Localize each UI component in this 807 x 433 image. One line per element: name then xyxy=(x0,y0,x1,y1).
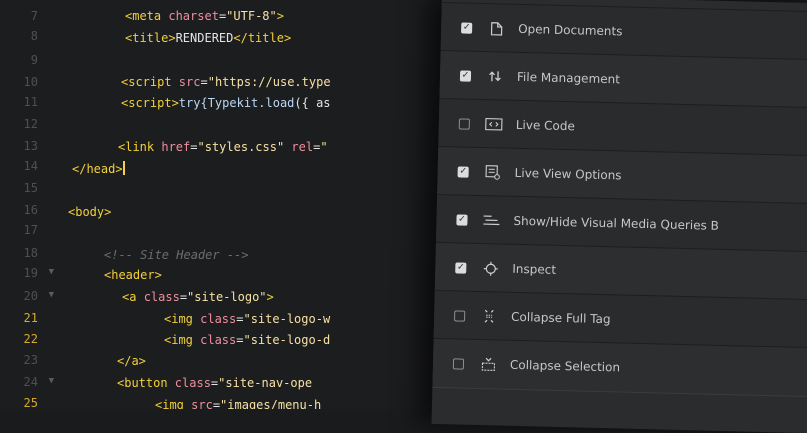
code-line[interactable]: <img class="site-logo-d xyxy=(164,333,330,347)
fold-arrow-icon[interactable]: ▼ xyxy=(49,376,54,386)
checkbox[interactable] xyxy=(458,117,470,130)
media-queries-icon xyxy=(481,214,501,226)
code-line[interactable]: <header> xyxy=(104,268,162,282)
view-options-icon xyxy=(482,164,502,180)
line-number-label: 7 xyxy=(30,9,38,23)
menu-item-label: Collapse Selection xyxy=(509,357,621,375)
line-number-label: 12 xyxy=(23,117,38,131)
line-number-label: 18 xyxy=(23,246,38,260)
crosshair-icon xyxy=(480,261,500,276)
checkbox[interactable] xyxy=(461,21,473,34)
code-line[interactable]: </head> xyxy=(72,161,125,176)
collapse-tag-icon xyxy=(479,309,499,323)
code-line[interactable]: <!-- Site Header --> xyxy=(104,248,249,262)
code-line[interactable]: <img src="images/menu-h xyxy=(155,398,321,409)
checkbox[interactable] xyxy=(456,213,468,226)
line-number-label: 15 xyxy=(23,181,38,195)
line-number-label: 20 xyxy=(23,289,38,303)
line-number-label: 11 xyxy=(23,95,38,109)
line-number-label: 8 xyxy=(30,29,38,43)
line-number-label: 24 xyxy=(23,375,38,389)
code-line[interactable]: <script src="https://use.type xyxy=(121,75,331,89)
code-box-icon xyxy=(484,117,504,131)
line-number-label: 22 xyxy=(23,332,38,346)
line-number-label: 21 xyxy=(23,311,38,325)
menu-item-label: Live View Options xyxy=(514,165,622,183)
fold-arrow-icon[interactable]: ▼ xyxy=(49,290,54,300)
toolbar-customize-menu: Open Documents File Management Live Code… xyxy=(431,0,807,433)
line-number-label: 17 xyxy=(23,223,38,237)
line-number-label: 25 xyxy=(23,396,38,409)
collapse-selection-icon xyxy=(478,357,498,371)
up-down-arrows-icon xyxy=(485,69,505,83)
code-line[interactable]: <a class="site-logo"> xyxy=(122,290,274,304)
line-number-label: 16 xyxy=(23,203,38,217)
code-line[interactable]: <body> xyxy=(68,205,111,219)
checkbox[interactable] xyxy=(455,261,467,274)
line-number-label: 23 xyxy=(23,353,38,367)
menu-item-label: Inspect xyxy=(512,261,557,277)
line-number-label: 13 xyxy=(23,139,38,153)
code-line[interactable]: <img class="site-logo-w xyxy=(164,312,330,326)
menu-item-label: Live Code xyxy=(515,117,576,134)
menu-item-label: Show/Hide Visual Media Queries B xyxy=(513,213,720,233)
line-number-label: 14 xyxy=(23,159,38,173)
checkbox[interactable] xyxy=(457,165,469,178)
code-line[interactable]: <link href="styles.css" rel=" xyxy=(118,140,328,154)
checkbox[interactable] xyxy=(452,357,465,370)
menu-item-collapse-selection[interactable]: Collapse Selection xyxy=(432,337,807,398)
menu-item-label: Open Documents xyxy=(517,21,623,39)
code-line[interactable]: <title>RENDERED</title> xyxy=(125,31,291,45)
line-number-label: 9 xyxy=(30,53,38,67)
text-cursor xyxy=(122,161,125,175)
line-number-label: 19 xyxy=(23,266,38,280)
code-line[interactable]: <button class="site-nav-ope xyxy=(117,376,312,390)
code-line[interactable]: <script>try{Typekit.load({ as xyxy=(121,96,331,110)
menu-item-label: File Management xyxy=(516,69,621,87)
menu-item-label: Collapse Full Tag xyxy=(510,309,611,327)
line-number-label: 10 xyxy=(23,75,38,89)
code-line[interactable]: </a> xyxy=(117,354,146,368)
fold-arrow-icon[interactable]: ▼ xyxy=(49,267,54,277)
document-icon xyxy=(486,21,506,36)
code-line[interactable]: <meta charset="UTF-8"> xyxy=(125,9,284,23)
checkbox[interactable] xyxy=(459,69,472,82)
checkbox[interactable] xyxy=(454,309,466,322)
